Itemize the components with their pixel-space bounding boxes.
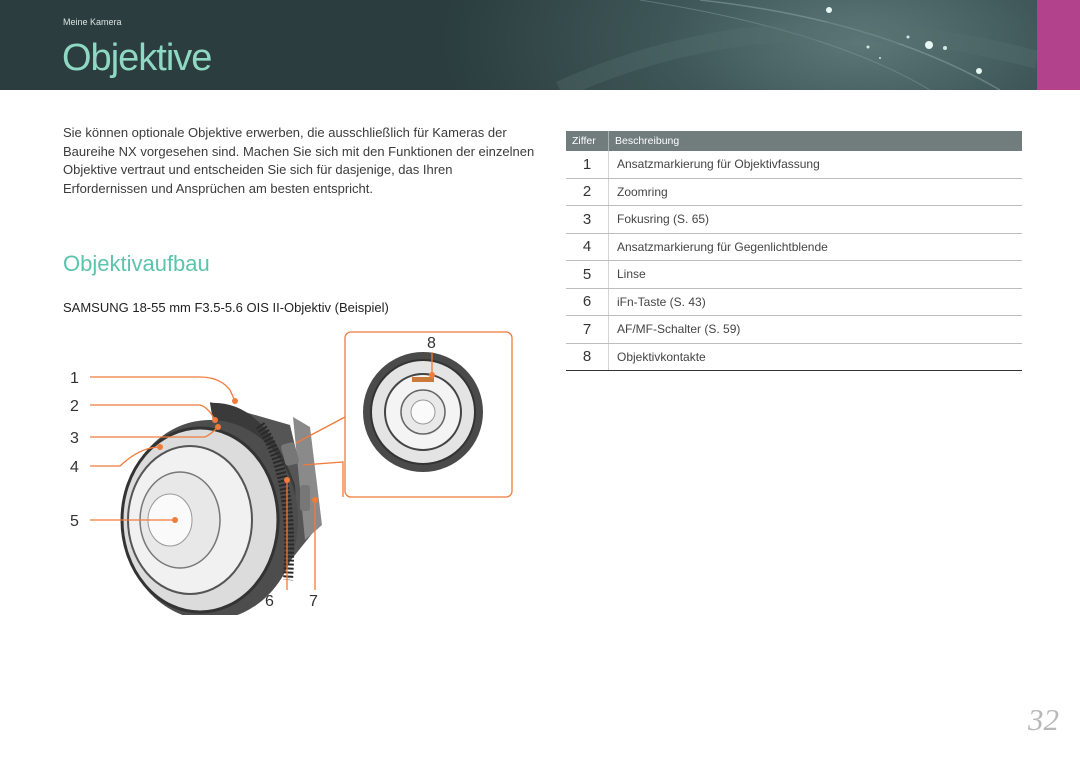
row-description: Ansatzmarkierung für Gegenlichtblende: [608, 233, 1022, 261]
callout-label: 2: [70, 398, 79, 415]
lens-diagram: 1 2 3 4 5 6 7 8: [70, 331, 513, 615]
table-row: 2 Zoomring: [566, 178, 1022, 206]
table-row: 4 Ansatzmarkierung für Gegenlichtblende: [566, 233, 1022, 261]
section-title: Objektivaufbau: [63, 251, 210, 276]
row-description: Ansatzmarkierung für Objektivfassung: [608, 151, 1022, 179]
row-number: 8: [566, 343, 609, 371]
callout-label: 6: [265, 593, 274, 610]
table-row: 7 AF/MF-Schalter (S. 59): [566, 315, 1022, 344]
section-tab: [1037, 0, 1080, 90]
figure-subtitle: SAMSUNG 18-55 mm F3.5-5.6 OIS II-Objekti…: [63, 300, 389, 315]
lens-mount-illustration: [363, 352, 483, 472]
row-description: Linse: [608, 260, 1022, 289]
intro-text: Sie können optionale Objektive erwerben,…: [63, 125, 535, 196]
row-description: Objektivkontakte: [608, 343, 1022, 371]
row-description: Fokusring (S. 65): [608, 205, 1022, 234]
callout-label: 7: [309, 593, 318, 610]
row-description: AF/MF-Schalter (S. 59): [608, 315, 1022, 344]
column-header-description: Beschreibung: [608, 131, 1022, 151]
lens-illustration: [120, 402, 322, 615]
page-title: Objektive: [62, 37, 212, 79]
row-description: Zoomring: [608, 178, 1022, 206]
row-number: 2: [566, 178, 609, 206]
row-description: iFn-Taste (S. 43): [608, 288, 1022, 316]
callout-label: 1: [70, 370, 79, 387]
table-row: 8 Objektivkontakte: [566, 343, 1022, 371]
column-header-number: Ziffer: [566, 131, 609, 151]
callout-label: 5: [70, 513, 79, 530]
table-row: 5 Linse: [566, 260, 1022, 289]
row-number: 7: [566, 315, 609, 344]
table-row: 6 iFn-Taste (S. 43): [566, 288, 1022, 316]
callout-label: 3: [70, 430, 79, 447]
row-number: 1: [566, 151, 609, 179]
callout-label: 8: [427, 335, 436, 352]
parts-table: Ziffer Beschreibung 1 Ansatzmarkierung fü…: [566, 131, 1022, 371]
table-row: 1 Ansatzmarkierung für Objektivfassung: [566, 151, 1022, 179]
row-number: 6: [566, 288, 609, 316]
row-number: 4: [566, 233, 609, 261]
page-header: Meine Kamera Objektive: [0, 0, 1080, 90]
breadcrumb: Meine Kamera: [63, 17, 122, 27]
page-number: 32: [1028, 702, 1059, 737]
callout-label: 4: [70, 459, 79, 476]
row-number: 5: [566, 260, 609, 289]
table-row: 3 Fokusring (S. 65): [566, 205, 1022, 234]
row-number: 3: [566, 205, 609, 234]
